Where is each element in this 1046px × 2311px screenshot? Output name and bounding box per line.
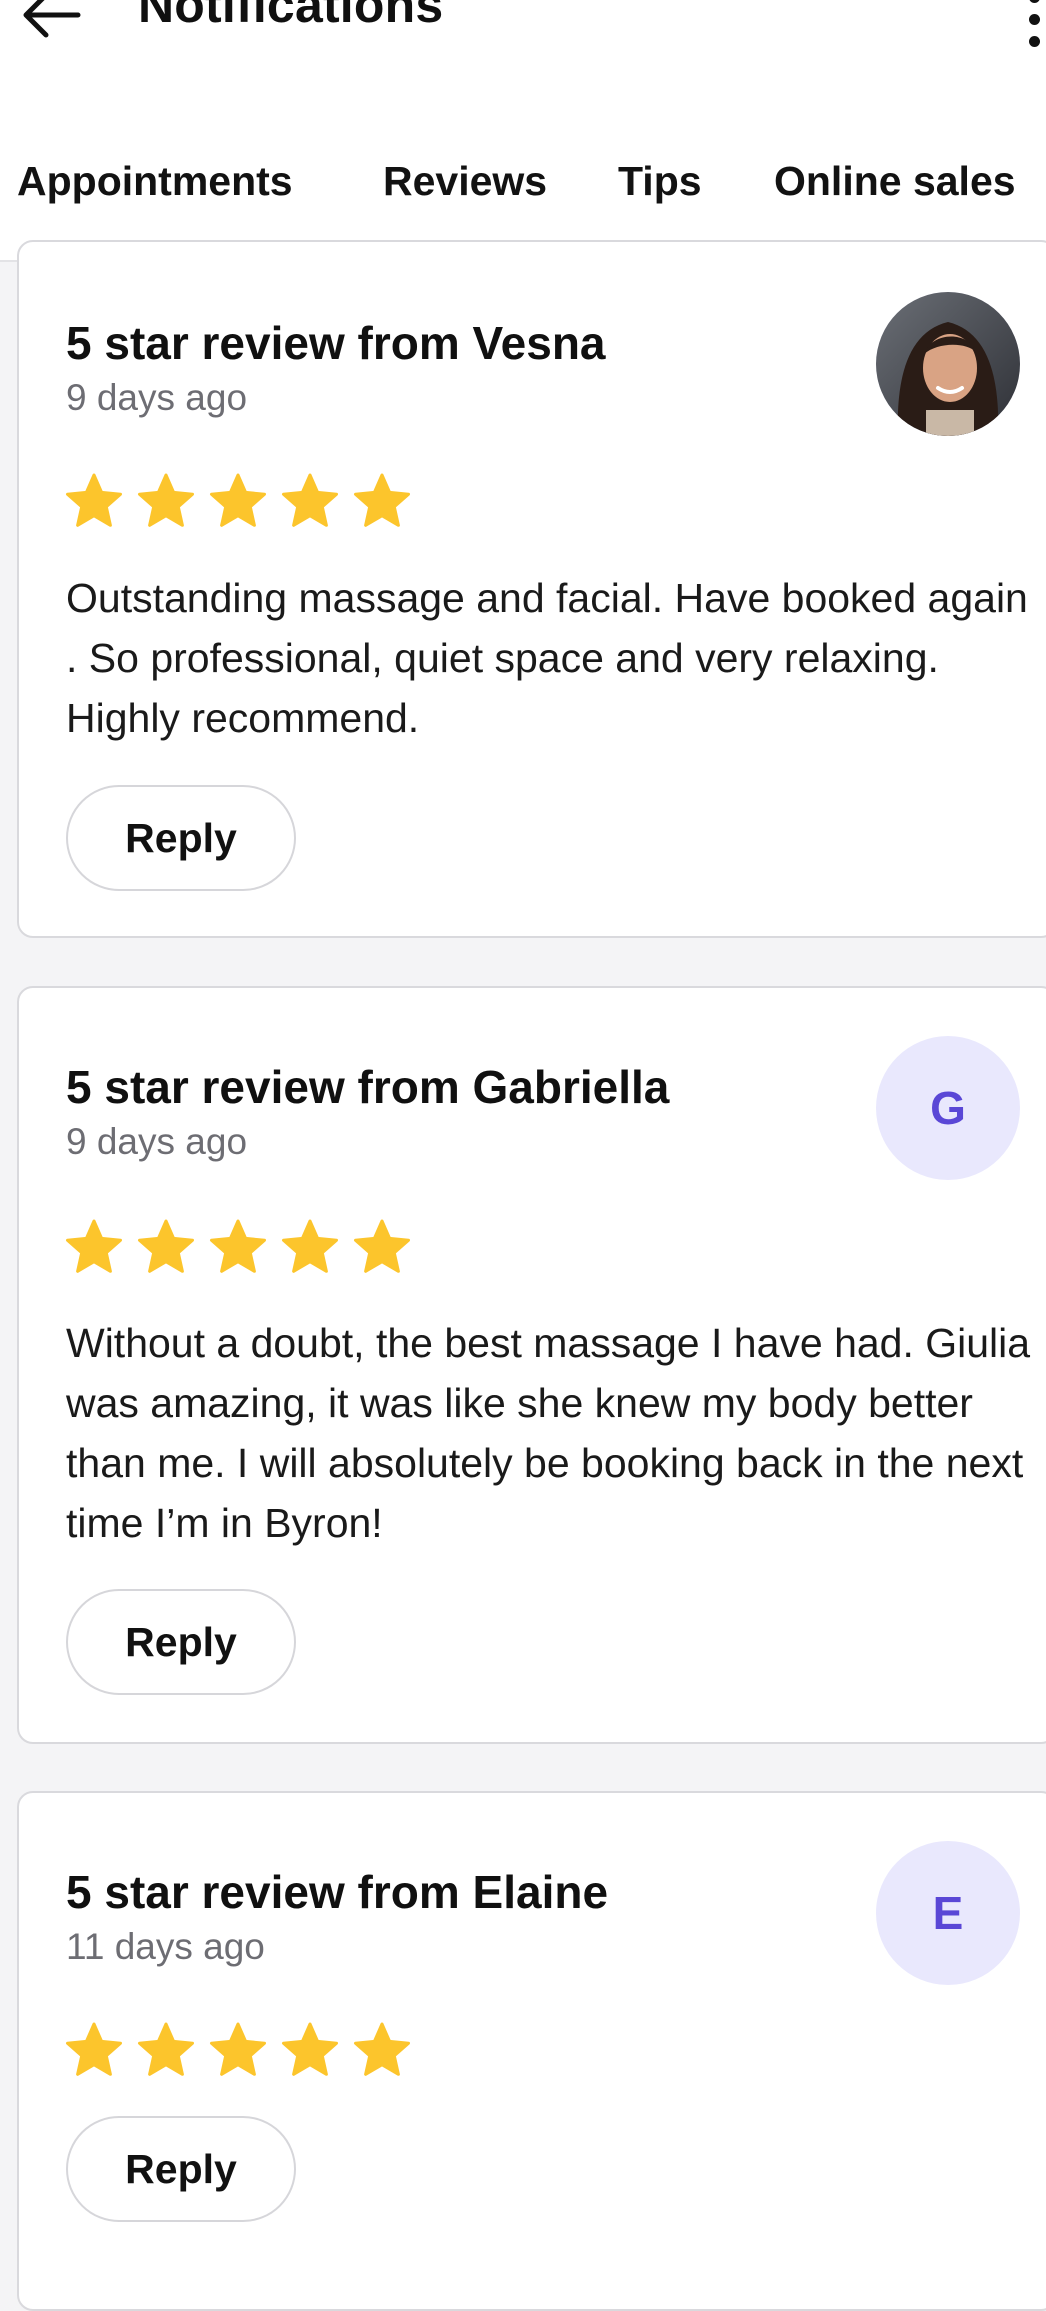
more-options-icon[interactable] [1022, 0, 1046, 52]
page-title: Notifications [138, 0, 444, 33]
star-rating [64, 2021, 424, 2083]
tab-appointments[interactable]: Appointments [17, 158, 293, 205]
review-card[interactable]: 5 star review from Elaine 11 days ago Re… [17, 1791, 1046, 2311]
star-icon [354, 473, 410, 527]
review-title: 5 star review from Gabriella [66, 1061, 670, 1113]
star-icon [66, 2022, 122, 2076]
star-icon [210, 2022, 266, 2076]
star-icon [66, 1219, 122, 1273]
star-icon [210, 473, 266, 527]
review-card[interactable]: 5 star review from Gabriella 9 days ago … [17, 986, 1046, 1744]
star-icon [210, 1219, 266, 1273]
star-icon [282, 2022, 338, 2076]
review-text: Without a doubt, the best massage I have… [66, 1320, 1031, 1546]
back-arrow-icon[interactable] [20, 0, 82, 40]
star-icon [282, 1219, 338, 1273]
review-time: 9 days ago [66, 1121, 248, 1162]
tab-reviews[interactable]: Reviews [383, 158, 547, 205]
star-rating [64, 472, 424, 534]
reply-button[interactable]: Reply [66, 2116, 296, 2222]
reviewer-avatar [876, 292, 1020, 436]
reviewer-avatar: G [876, 1036, 1020, 1180]
app-header: Notifications Appointments Reviews Tips … [0, 0, 1046, 262]
review-card[interactable]: 5 star review from Vesna 9 days ago Outs… [17, 240, 1046, 938]
reply-button[interactable]: Reply [66, 1589, 296, 1695]
star-icon [138, 473, 194, 527]
star-icon [66, 473, 122, 527]
tab-online-sales[interactable]: Online sales [774, 158, 1016, 205]
avatar-photo-icon [876, 292, 1020, 436]
review-time: 11 days ago [66, 1926, 265, 1967]
star-icon [138, 2022, 194, 2076]
review-title: 5 star review from Elaine [66, 1866, 609, 1918]
star-rating [64, 1218, 424, 1280]
tab-tips[interactable]: Tips [618, 158, 702, 205]
review-text: Outstanding massage and facial. Have boo… [66, 575, 1028, 741]
star-icon [138, 1219, 194, 1273]
star-icon [354, 2022, 410, 2076]
review-time: 9 days ago [66, 377, 248, 418]
star-icon [354, 1219, 410, 1273]
reviewer-avatar: E [876, 1841, 1020, 1985]
reply-button[interactable]: Reply [66, 785, 296, 891]
star-icon [282, 473, 338, 527]
review-title: 5 star review from Vesna [66, 317, 606, 369]
